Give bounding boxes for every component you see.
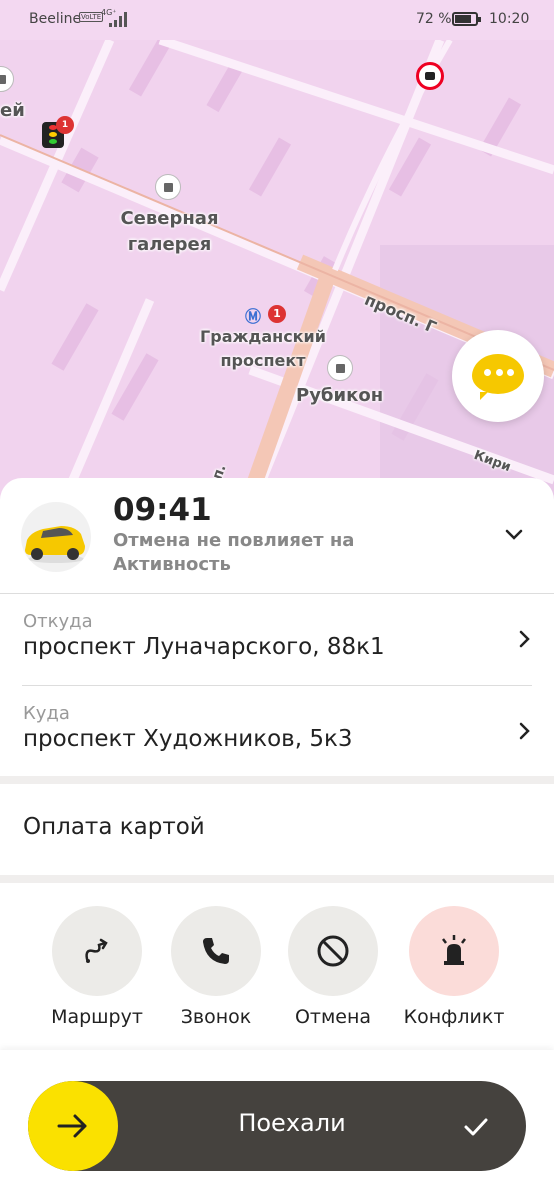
eta-time: 09:41 xyxy=(113,492,212,528)
section-divider xyxy=(0,875,554,883)
payment-method[interactable]: Оплата картой xyxy=(23,814,205,840)
chat-button[interactable] xyxy=(452,330,544,422)
speed-camera-icon[interactable] xyxy=(416,62,444,90)
camera-badge: 1 xyxy=(56,116,74,134)
chevron-right-icon xyxy=(519,722,530,740)
map[interactable]: ей 1 Северная галерея Ⓜ 1 Гражданский пр… xyxy=(0,40,554,510)
go-slider[interactable]: Поехали xyxy=(28,1081,526,1171)
from-address: проспект Луначарского, 88к1 xyxy=(23,634,385,660)
map-label-severnaya-galereya[interactable]: Северная галерея xyxy=(112,206,227,258)
route-icon xyxy=(85,938,108,963)
order-sheet: 09:41 Отмена не повлияет на Активность О… xyxy=(0,478,554,1200)
chevron-down-icon[interactable] xyxy=(499,520,529,550)
map-roads xyxy=(0,40,554,510)
shopping-bag-icon[interactable] xyxy=(155,174,181,200)
action-buttons: Маршрут Звонок Отмена Конфликт xyxy=(0,906,554,1056)
car-icon xyxy=(21,502,91,572)
route-button[interactable]: Маршрут xyxy=(42,906,152,1028)
clock: 10:20 xyxy=(489,11,530,27)
chevron-right-icon xyxy=(519,630,530,648)
battery-percent: 72 % xyxy=(416,11,452,27)
cancel-icon xyxy=(317,935,349,967)
carrier-name: Beeline xyxy=(29,11,82,27)
call-label: Звонок xyxy=(180,1006,252,1028)
divider xyxy=(0,593,554,594)
check-icon xyxy=(464,1118,488,1136)
shopping-bag-icon[interactable] xyxy=(327,355,353,381)
status-bar: Beeline VoLTE 4G⁺ 72 % 10:20 xyxy=(0,0,554,40)
metro-line-badge: 1 xyxy=(268,305,286,323)
to-address: проспект Художников, 5к3 xyxy=(23,726,353,752)
map-label-partial: ей xyxy=(0,100,25,121)
metro-icon: Ⓜ xyxy=(245,307,262,326)
map-label-rubikon[interactable]: Рубикон xyxy=(296,383,383,409)
signal-icon xyxy=(109,12,127,27)
volte-badge: VoLTE xyxy=(79,12,104,22)
battery-icon xyxy=(452,12,481,26)
map-label-metro-station[interactable]: Гражданский проспект xyxy=(193,325,333,373)
cancel-label: Отмена xyxy=(294,1006,372,1028)
siren-icon xyxy=(442,935,466,965)
divider xyxy=(22,685,532,686)
phone-icon xyxy=(203,938,229,964)
slider-knob[interactable] xyxy=(28,1081,118,1171)
conflict-label: Конфликт xyxy=(403,1006,505,1028)
to-label: Куда xyxy=(23,703,70,724)
cancel-button[interactable]: Отмена xyxy=(278,906,388,1028)
conflict-button[interactable]: Конфликт xyxy=(399,906,509,1028)
section-divider xyxy=(0,776,554,784)
arrow-right-icon xyxy=(57,1114,87,1138)
from-label: Откуда xyxy=(23,611,93,632)
chat-icon xyxy=(472,354,524,400)
route-label: Маршрут xyxy=(51,1006,143,1028)
call-button[interactable]: Звонок xyxy=(161,906,271,1028)
go-label: Поехали xyxy=(238,1109,346,1137)
bottom-bar: Поехали xyxy=(0,1050,554,1200)
eta-note: Отмена не повлияет на Активность xyxy=(113,530,355,575)
